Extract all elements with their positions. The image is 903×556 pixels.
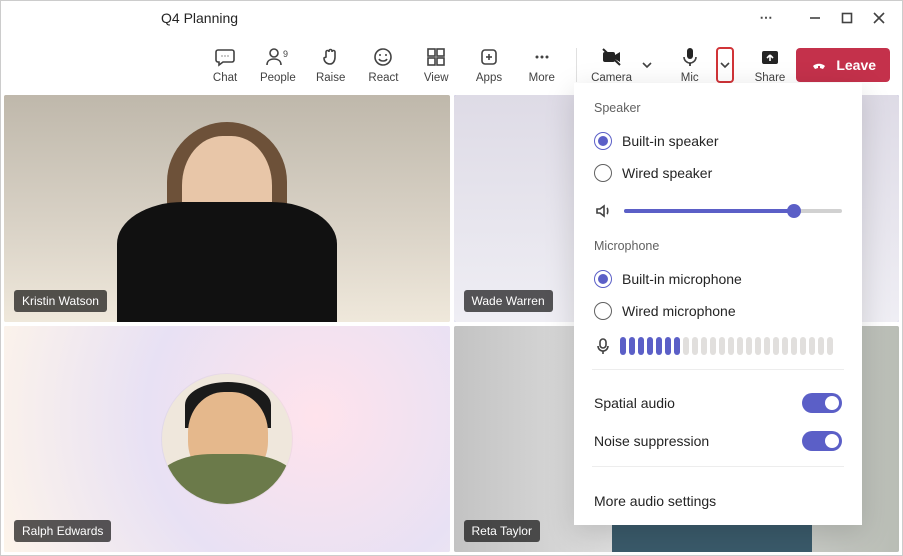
mic-option[interactable]: Wired microphone [594, 295, 842, 327]
more-audio-settings-link[interactable]: More audio settings [594, 481, 842, 509]
speaker-option-label: Built-in speaker [622, 133, 719, 149]
people-label: People [260, 72, 296, 84]
speaker-option-label: Wired speaker [622, 165, 712, 181]
spatial-audio-toggle[interactable] [802, 393, 842, 413]
radio-selected-icon [594, 270, 612, 288]
close-icon[interactable] [872, 11, 886, 25]
more-label: More [529, 72, 555, 84]
leave-label: Leave [836, 57, 876, 73]
hangup-icon [810, 56, 828, 74]
more-button[interactable]: More [515, 46, 568, 84]
people-button[interactable]: 9 People [251, 46, 304, 84]
maximize-icon[interactable] [840, 11, 854, 25]
apps-button[interactable]: Apps [463, 46, 516, 84]
volume-slider[interactable] [624, 209, 842, 213]
toolbar-separator [576, 48, 577, 82]
raise-hand-button[interactable]: Raise [304, 46, 357, 84]
camera-button[interactable]: Camera [585, 46, 638, 84]
react-button[interactable]: React [357, 46, 410, 84]
participant-tile[interactable]: Ralph Edwards [4, 326, 450, 553]
spatial-audio-label: Spatial audio [594, 395, 675, 411]
window-title: Q4 Planning [161, 10, 238, 26]
participant-name-badge: Kristin Watson [14, 290, 107, 312]
avatar [162, 374, 292, 504]
mic-option[interactable]: Built-in microphone [594, 263, 842, 295]
raise-label: Raise [316, 72, 345, 84]
participant-name-badge: Ralph Edwards [14, 520, 111, 542]
mic-option-label: Built-in microphone [622, 271, 742, 287]
noise-suppression-label: Noise suppression [594, 433, 709, 449]
mic-dropdown[interactable] [716, 47, 734, 83]
speaker-option[interactable]: Built-in speaker [594, 125, 842, 157]
radio-unselected-icon [594, 302, 612, 320]
titlebar: Q4 Planning ⋯ [1, 1, 902, 35]
more-options-icon[interactable]: ⋯ [760, 11, 774, 25]
participant-name-badge: Wade Warren [464, 290, 553, 312]
react-label: React [368, 72, 398, 84]
leave-button[interactable]: Leave [796, 48, 890, 82]
camera-dropdown[interactable] [638, 47, 656, 83]
mic-button[interactable]: Mic [663, 46, 716, 84]
speaker-section-label: Speaker [594, 101, 842, 115]
apps-label: Apps [476, 72, 502, 84]
share-button[interactable]: Share [744, 46, 797, 84]
view-button[interactable]: View [410, 46, 463, 84]
volume-icon [594, 201, 614, 221]
speaker-option[interactable]: Wired speaker [594, 157, 842, 189]
mic-section-label: Microphone [594, 239, 842, 253]
view-label: View [424, 72, 449, 84]
mic-level-icon [594, 337, 612, 355]
participant-tile[interactable]: Kristin Watson [4, 95, 450, 322]
participant-name-badge: Reta Taylor [464, 520, 540, 542]
mic-level-meter [620, 337, 842, 355]
radio-unselected-icon [594, 164, 612, 182]
noise-suppression-toggle[interactable] [802, 431, 842, 451]
mic-option-label: Wired microphone [622, 303, 736, 319]
people-count: 9 [283, 49, 288, 59]
audio-settings-panel: Speaker Built-in speaker Wired speaker M… [574, 83, 862, 525]
chat-label: Chat [213, 72, 237, 84]
minimize-icon[interactable] [808, 11, 822, 25]
chat-button[interactable]: Chat [199, 46, 252, 84]
radio-selected-icon [594, 132, 612, 150]
